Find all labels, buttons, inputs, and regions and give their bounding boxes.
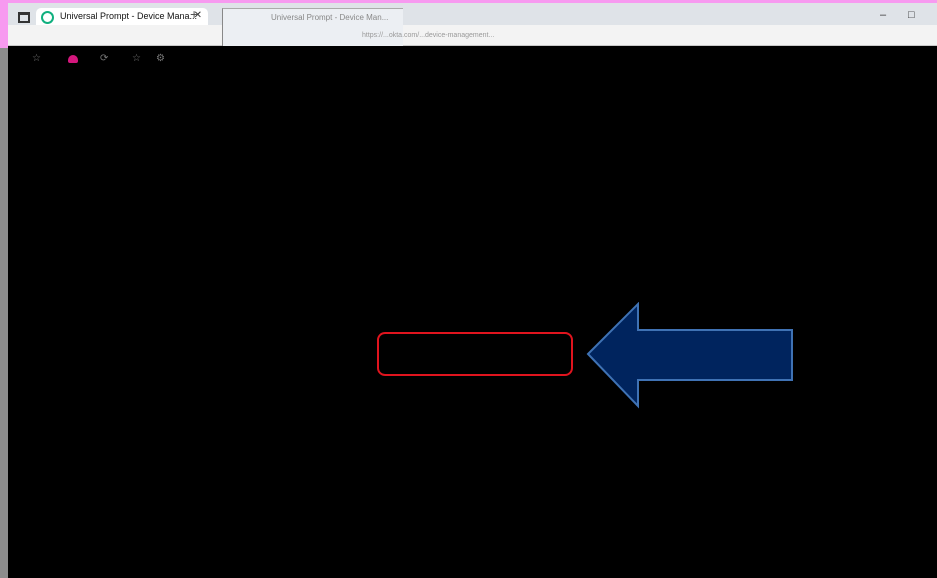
pointer-arrow-icon bbox=[586, 302, 793, 409]
highlight-box bbox=[377, 332, 573, 376]
browser-logo-icon bbox=[68, 55, 78, 63]
background-browser-window[interactable]: Universal Prompt - Device Man... bbox=[222, 8, 403, 46]
collections-icon[interactable]: ☆ bbox=[132, 53, 141, 64]
left-accent-bar bbox=[0, 0, 8, 48]
tab-title: Universal Prompt - Device Mana... bbox=[60, 11, 198, 21]
browser-tab-bar: Universal Prompt - Device Mana... ✕ + – … bbox=[8, 3, 937, 25]
new-tab-button[interactable]: + bbox=[190, 6, 198, 22]
extension-icon[interactable]: ⟳ bbox=[100, 53, 108, 64]
background-tab-title[interactable]: Universal Prompt - Device Man... bbox=[271, 13, 388, 22]
favorites-star-icon[interactable]: ☆ bbox=[32, 53, 41, 64]
maximize-icon[interactable]: □ bbox=[908, 9, 915, 21]
address-bar[interactable]: https://...okta.com/...device-management… bbox=[362, 32, 494, 39]
arrow-shape bbox=[586, 302, 793, 409]
left-gray-strip bbox=[0, 48, 8, 578]
settings-icon[interactable]: ⚙ bbox=[156, 53, 165, 64]
site-favicon-icon bbox=[41, 11, 54, 24]
tab-universal-prompt[interactable]: Universal Prompt - Device Mana... ✕ bbox=[36, 8, 208, 25]
tab-actions-menu-icon[interactable] bbox=[18, 12, 30, 23]
minimize-icon[interactable]: – bbox=[880, 9, 886, 21]
